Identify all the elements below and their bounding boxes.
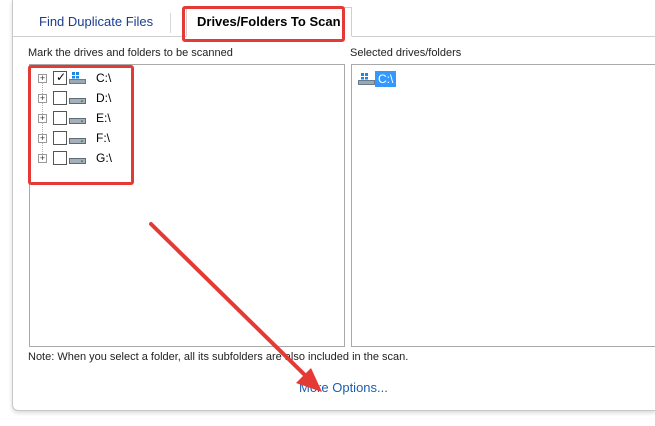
hard-drive-icon: [69, 98, 86, 104]
selected-folders-list[interactable]: C:\: [351, 64, 655, 347]
drive-label-f: F:\: [96, 131, 110, 145]
expand-icon[interactable]: +: [38, 94, 47, 103]
tree-item-g[interactable]: + G:\: [38, 150, 148, 168]
expand-icon[interactable]: +: [38, 134, 47, 143]
drive-checkbox-d[interactable]: [53, 91, 67, 105]
tree-item-f[interactable]: + F:\: [38, 130, 148, 148]
checkmark-icon: ✓: [56, 70, 67, 84]
more-options-link[interactable]: More Options...: [299, 380, 388, 395]
drive-checkbox-e[interactable]: [53, 111, 67, 125]
drive-label-c: C:\: [96, 71, 112, 85]
tab-find-duplicate-files[interactable]: Find Duplicate Files: [29, 8, 163, 36]
app-window: Find Duplicate Files Drives/Folders To S…: [12, 0, 655, 411]
drive-label-e: E:\: [96, 111, 111, 125]
tab-drives-folders-to-scan[interactable]: Drives/Folders To Scan: [186, 7, 352, 37]
selected-item-c[interactable]: C:\: [358, 71, 408, 89]
windows-drive-icon: [358, 73, 375, 85]
tab-separator: [170, 13, 171, 33]
windows-drive-icon: [69, 72, 86, 84]
expand-icon[interactable]: +: [38, 114, 47, 123]
hard-drive-icon: [69, 118, 86, 124]
drive-checkbox-c[interactable]: ✓: [53, 70, 67, 85]
drive-label-g: G:\: [96, 151, 113, 165]
drive-checkbox-g[interactable]: [53, 151, 67, 165]
hard-drive-icon: [69, 138, 86, 144]
selected-panel-label: Selected drives/folders: [350, 47, 462, 59]
drives-panel-label: Mark the drives and folders to be scanne…: [28, 47, 233, 59]
hard-drive-icon: [69, 158, 86, 164]
expand-icon[interactable]: +: [38, 74, 47, 83]
expand-icon[interactable]: +: [38, 154, 47, 163]
selected-item-label: C:\: [375, 71, 397, 87]
subfolder-note: Note: When you select a folder, all its …: [28, 351, 409, 363]
drive-tree[interactable]: + ✓ C:\ + D:\ + E:\ + F:\ + G:\: [29, 64, 345, 347]
drive-label-d: D:\: [96, 91, 112, 105]
tree-item-e[interactable]: + E:\: [38, 110, 148, 128]
tree-item-c[interactable]: + ✓ C:\: [38, 70, 148, 88]
drive-checkbox-f[interactable]: [53, 131, 67, 145]
tab-bar: Find Duplicate Files Drives/Folders To S…: [13, 0, 655, 37]
tree-item-d[interactable]: + D:\: [38, 90, 148, 108]
